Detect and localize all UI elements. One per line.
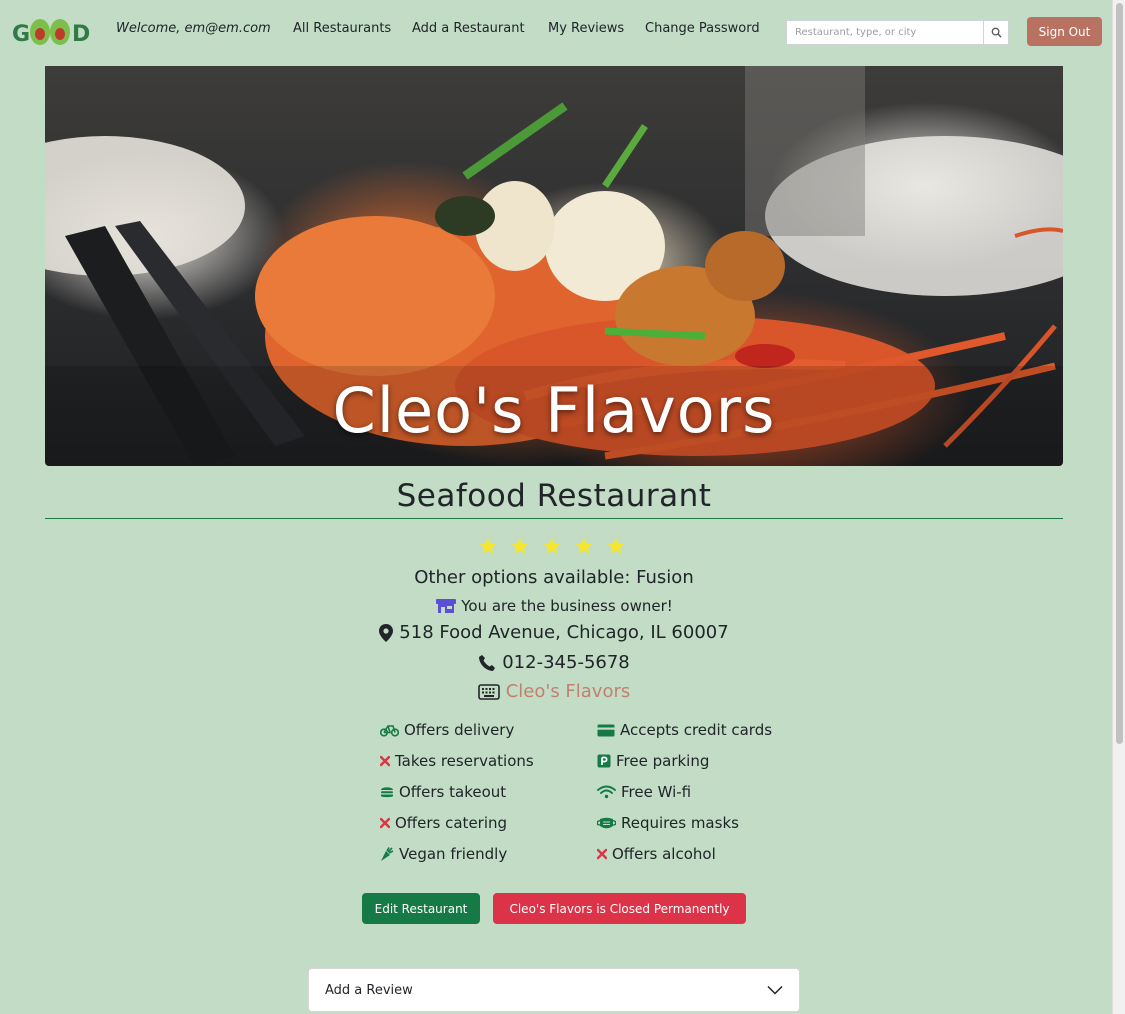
restaurant-category: Seafood Restaurant <box>396 478 712 514</box>
owner-note: You are the business owner! <box>45 597 1063 615</box>
amenity-label: Free parking <box>616 752 710 770</box>
amenity-offers-takeout: Offers takeout <box>380 783 506 801</box>
keyboard-icon <box>477 683 500 700</box>
add-review-label: Add a Review <box>325 982 413 998</box>
amenity-free-wifi: Free Wi-fi <box>597 783 691 801</box>
mask-icon <box>597 817 616 828</box>
amenity-takes-reservations: Takes reservations <box>380 752 534 770</box>
star-icon <box>511 537 529 554</box>
credit-card-icon <box>597 724 615 736</box>
website: Cleo's Flavors <box>45 681 1063 702</box>
nav-add-restaurant[interactable]: Add a Restaurant <box>412 21 525 36</box>
map-pin-icon <box>379 623 394 642</box>
star-icon <box>607 537 625 554</box>
search-button[interactable] <box>983 20 1009 45</box>
nav-all-restaurants[interactable]: All Restaurants <box>293 21 391 36</box>
amenity-accepts-credit-cards: Accepts credit cards <box>597 721 772 739</box>
parking-icon <box>597 754 611 768</box>
amenity-label: Vegan friendly <box>399 845 508 863</box>
amenity-label: Takes reservations <box>395 752 534 770</box>
amenity-label: Offers alcohol <box>612 845 716 863</box>
amenity-vegan-friendly: Vegan friendly <box>380 845 507 863</box>
closed-permanently-button[interactable]: Cleo's Flavors is Closed Permanently <box>493 893 746 924</box>
chevron-down-icon <box>767 985 783 995</box>
search-input[interactable] <box>786 20 983 45</box>
star-icon <box>543 537 561 554</box>
other-options: Other options available: Fusion <box>414 567 694 588</box>
address: 518 Food Avenue, Chicago, IL 60007 <box>45 622 1063 643</box>
website-link[interactable]: Cleo's Flavors <box>506 681 631 702</box>
owner-note-text: You are the business owner! <box>461 597 673 615</box>
phone-icon <box>479 654 496 671</box>
nav-my-reviews[interactable]: My Reviews <box>548 21 624 36</box>
amenity-requires-masks: Requires masks <box>597 814 739 832</box>
page-scrollbar[interactable] <box>1112 0 1125 1014</box>
bicycle-icon <box>380 725 399 737</box>
x-icon <box>380 817 390 829</box>
search-icon <box>991 27 1002 38</box>
amenity-label: Offers takeout <box>399 783 507 801</box>
carrot-icon <box>381 846 394 861</box>
rating-stars <box>478 536 626 556</box>
svg-text:G: G <box>12 22 30 47</box>
store-icon <box>436 599 457 613</box>
amenity-label: Accepts credit cards <box>620 721 773 739</box>
wifi-icon <box>597 785 616 799</box>
address-text: 518 Food Avenue, Chicago, IL 60007 <box>399 622 729 643</box>
hero-restaurant-name: Cleo's Flavors <box>332 374 776 447</box>
welcome-text: Welcome, em@em.com <box>116 21 271 36</box>
x-icon <box>380 755 390 767</box>
amenity-offers-delivery: Offers delivery <box>380 721 514 739</box>
nav-change-password[interactable]: Change Password <box>645 21 760 36</box>
divider <box>45 518 1063 519</box>
hero-banner: Cleo's Flavors <box>45 66 1063 466</box>
amenity-offers-catering: Offers catering <box>380 814 507 832</box>
svg-text:D: D <box>72 22 90 47</box>
search-bar <box>786 20 1009 45</box>
edit-restaurant-button[interactable]: Edit Restaurant <box>362 893 480 924</box>
amenity-label: Offers delivery <box>404 721 515 739</box>
phone-text: 012-345-5678 <box>502 652 630 673</box>
scrollbar-thumb[interactable] <box>1116 3 1123 744</box>
sign-out-button[interactable]: Sign Out <box>1027 17 1102 46</box>
navbar: G D Welcome, em@em.com All Restaurants A… <box>0 0 1112 64</box>
star-icon <box>575 537 593 554</box>
amenity-offers-alcohol: Offers alcohol <box>597 845 716 863</box>
burger-icon <box>381 787 393 798</box>
star-icon <box>479 537 497 554</box>
good-logo[interactable]: G D <box>12 14 92 50</box>
amenity-label: Offers catering <box>395 814 508 832</box>
amenity-label: Free Wi-fi <box>621 783 692 801</box>
x-icon <box>597 848 607 860</box>
add-review-accordion[interactable]: Add a Review <box>308 968 800 1012</box>
amenity-label: Requires masks <box>621 814 739 832</box>
phone: 012-345-5678 <box>45 652 1063 673</box>
amenity-free-parking: Free parking <box>597 752 709 770</box>
